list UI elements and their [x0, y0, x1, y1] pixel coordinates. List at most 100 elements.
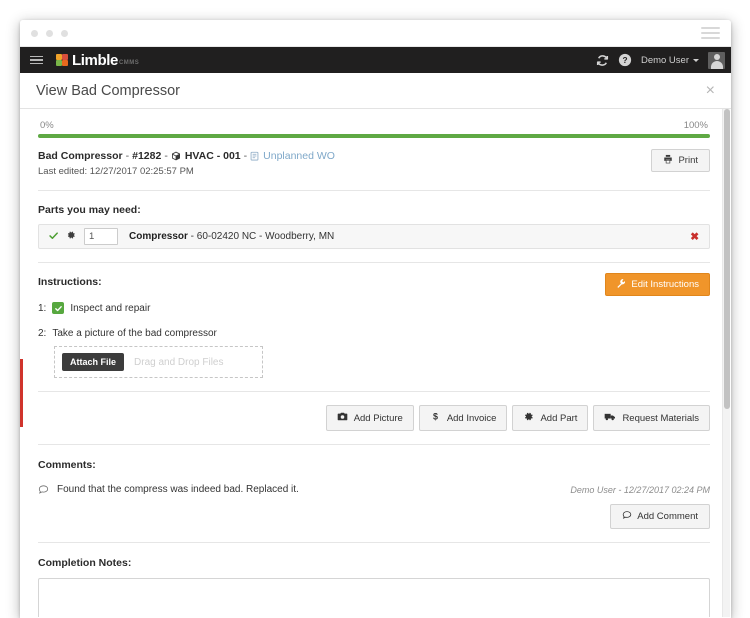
progress-min-label: 0% [40, 120, 54, 131]
wo-name: Bad Compressor [38, 150, 123, 162]
app-navbar: Limble CMMS ? Demo User [20, 47, 731, 73]
wrench-icon [616, 278, 626, 291]
refresh-icon[interactable] [596, 54, 609, 67]
add-part-label: Add Part [540, 413, 577, 424]
window-minimize-dot[interactable] [46, 30, 53, 37]
add-picture-label: Add Picture [354, 413, 403, 424]
edit-instructions-button[interactable]: Edit Instructions [605, 273, 710, 296]
parts-heading: Parts you may need: [38, 204, 710, 216]
green-check-icon[interactable] [48, 230, 59, 244]
list-item: Found that the compress was indeed bad. … [38, 484, 710, 495]
printer-icon [663, 154, 673, 167]
user-menu[interactable]: Demo User [641, 55, 699, 66]
page-title: View Bad Compressor [36, 83, 180, 99]
comment-author: Demo User [570, 485, 616, 495]
list-item: 2: Take a picture of the bad compressor [38, 328, 710, 339]
dollar-icon: $ [430, 411, 441, 425]
camera-icon [337, 411, 348, 425]
completion-notes-heading: Completion Notes: [38, 557, 710, 569]
last-edited-text: Last edited: 12/27/2017 02:25:57 PM [38, 166, 710, 177]
brand-subtitle: CMMS [119, 58, 139, 68]
progress-section: 0% 100% [38, 109, 710, 138]
comments-heading: Comments: [38, 459, 710, 471]
comment-timestamp: 12/27/2017 02:24 PM [624, 485, 710, 495]
instruction-text: Take a picture of the bad compressor [52, 328, 217, 339]
comment-text: Found that the compress was indeed bad. … [57, 484, 299, 495]
attach-file-button[interactable]: Attach File [62, 353, 124, 371]
print-button[interactable]: Print [651, 149, 710, 172]
table-row: Compressor - 60-02420 NC - Woodberry, MN… [38, 224, 710, 249]
truck-icon [604, 411, 616, 425]
add-invoice-label: Add Invoice [447, 413, 497, 424]
comments-section: Comments: Found that the compress was in… [38, 445, 710, 529]
parts-list: Compressor - 60-02420 NC - Woodberry, MN… [38, 224, 710, 249]
window-maximize-dot[interactable] [61, 30, 68, 37]
scrollbar-thumb[interactable] [724, 109, 730, 409]
add-picture-button[interactable]: Add Picture [326, 405, 414, 431]
comment-meta-sep: - [616, 485, 624, 495]
help-question-icon[interactable]: ? [618, 53, 632, 67]
list-item: 1: Inspect and repair [38, 302, 710, 314]
add-invoice-button[interactable]: $ Add Invoice [419, 405, 508, 431]
request-materials-button[interactable]: Request Materials [593, 405, 710, 431]
progress-labels: 0% 100% [38, 120, 710, 134]
wo-asset: HVAC - 001 [185, 150, 241, 162]
progress-max-label: 100% [684, 120, 708, 131]
username-label: Demo User [641, 55, 689, 66]
cube-asset-icon [171, 151, 181, 161]
gear-icon[interactable] [66, 230, 76, 243]
add-comment-label: Add Comment [637, 511, 698, 522]
brand-logo[interactable]: Limble CMMS [56, 53, 139, 68]
request-materials-label: Request Materials [622, 413, 699, 424]
instruction-number: 1: [38, 303, 46, 314]
comment-meta: Demo User - 12/27/2017 02:24 PM [570, 485, 710, 495]
completion-notes-section: Completion Notes: [38, 543, 710, 617]
comment-bubble-icon [622, 510, 632, 523]
wo-sep-3: - [244, 150, 248, 162]
window-controls [31, 30, 68, 37]
add-part-button[interactable]: Add Part [512, 405, 588, 431]
wo-sep-1: - [126, 150, 130, 162]
completion-notes-input[interactable] [38, 578, 710, 617]
gear-icon [523, 411, 534, 425]
file-dropzone[interactable]: Attach File Drag and Drop Files [54, 346, 263, 378]
print-label: Print [678, 155, 698, 166]
work-order-title: Bad Compressor - #1282 - HVAC - 001 - [38, 150, 710, 162]
browser-titlebar [20, 20, 731, 47]
modal-body: 0% 100% Bad Compressor - #1282 - [20, 109, 731, 617]
instruction-text: Inspect and repair [70, 303, 150, 314]
red-x-icon[interactable]: ✖ [690, 231, 699, 243]
add-comment-wrap: Add Comment [38, 495, 710, 529]
work-order-header: Bad Compressor - #1282 - HVAC - 001 - [38, 138, 710, 177]
part-description: Compressor - 60-02420 NC - Woodberry, MN [129, 231, 334, 242]
edit-instructions-label: Edit Instructions [631, 279, 699, 290]
action-button-row: Add Picture $ Add Invoice [38, 392, 710, 431]
dropzone-hint: Drag and Drop Files [134, 357, 223, 368]
parts-section: Parts you may need: [38, 191, 710, 249]
wo-sep-2: - [164, 150, 168, 162]
window-close-dot[interactable] [31, 30, 38, 37]
brand-name: Limble [72, 53, 118, 68]
browser-menu-icon[interactable] [701, 27, 720, 39]
instruction-checkbox[interactable] [52, 302, 64, 314]
part-name: Compressor [129, 231, 188, 242]
wo-type-link[interactable]: Unplanned WO [263, 150, 335, 162]
navbar-right-group: ? Demo User [596, 47, 725, 73]
browser-window: Limble CMMS ? Demo User [20, 20, 731, 618]
nav-hamburger-icon[interactable] [30, 56, 43, 65]
scrollbar[interactable] [722, 109, 730, 617]
comment-bubble-icon [38, 484, 49, 495]
wo-number: #1282 [132, 150, 161, 162]
avatar[interactable] [708, 52, 725, 69]
chevron-down-icon [693, 59, 699, 62]
instructions-section: Instructions: Edit Instructions 1: [38, 263, 710, 378]
svg-text:$: $ [433, 412, 438, 422]
modal-header: View Bad Compressor × [20, 73, 731, 109]
limble-pinwheel-icon [56, 54, 69, 67]
part-detail: - 60-02420 NC - Woodberry, MN [188, 231, 334, 242]
close-icon[interactable]: × [706, 83, 715, 99]
part-quantity-input[interactable] [84, 228, 118, 245]
clipboard-icon [250, 151, 259, 161]
svg-text:?: ? [622, 55, 627, 65]
add-comment-button[interactable]: Add Comment [610, 504, 710, 529]
